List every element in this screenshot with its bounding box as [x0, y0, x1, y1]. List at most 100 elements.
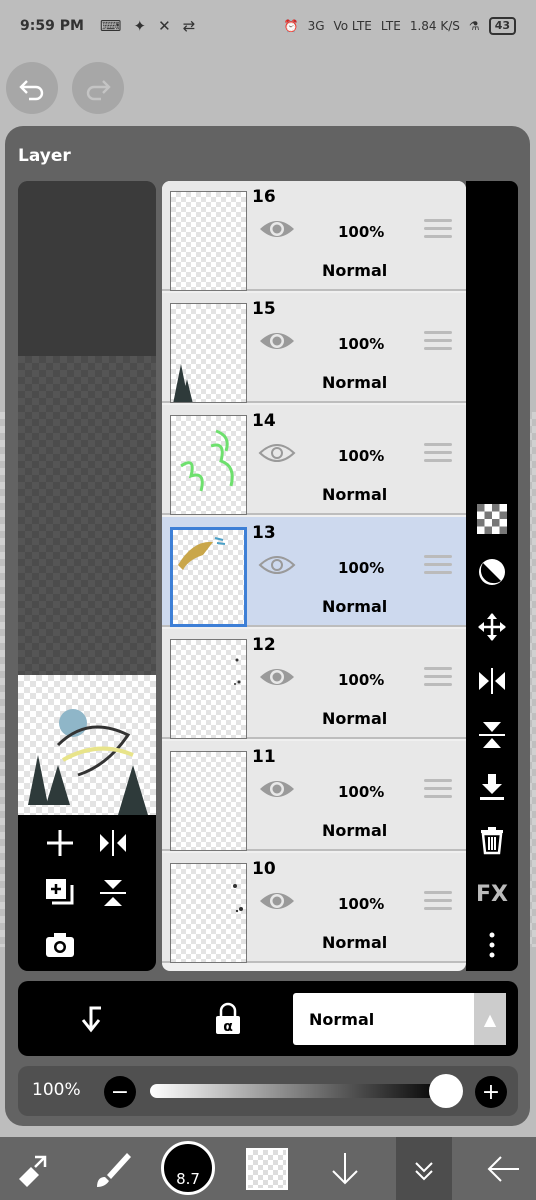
drag-handle-icon[interactable]	[424, 555, 452, 577]
network-3g: 3G	[307, 19, 325, 33]
clipping-button[interactable]	[476, 556, 508, 588]
flask-icon: ⚗	[468, 19, 480, 33]
flip-v-button[interactable]	[476, 719, 508, 751]
layer-thumbnail[interactable]	[170, 751, 247, 851]
eye-icon[interactable]	[258, 216, 296, 242]
color-swatch[interactable]	[246, 1148, 288, 1190]
layer-number: 13	[252, 523, 276, 543]
redo-button[interactable]	[72, 62, 124, 114]
drag-handle-icon[interactable]	[424, 779, 452, 801]
transparency-checker-button[interactable]	[476, 503, 508, 535]
opacity-control: 100% − +	[18, 1066, 518, 1116]
canvas-preview-thumbnail[interactable]	[18, 675, 156, 815]
layer-thumbnail[interactable]	[170, 639, 247, 739]
checkerboard-icon	[477, 504, 507, 534]
layer-number: 15	[252, 299, 276, 319]
layer-row[interactable]: 15 100% Normal	[162, 293, 466, 403]
trash-icon	[481, 827, 503, 855]
chevron-up-icon[interactable]: ▲	[474, 993, 506, 1045]
layer-row[interactable]: 14 100% Normal	[162, 405, 466, 515]
blend-mode-select[interactable]: Normal ▲	[293, 993, 506, 1045]
brush-size-indicator[interactable]: 8.7	[161, 1141, 215, 1195]
opacity-slider[interactable]	[150, 1084, 446, 1098]
flip-horizontal-button[interactable]	[93, 823, 133, 863]
clipping-toggle-button[interactable]	[68, 997, 112, 1041]
layer-opacity: 100%	[338, 895, 385, 913]
status-time: 9:59 PM	[20, 18, 84, 34]
layer-blend-mode: Normal	[322, 821, 388, 840]
fx-button[interactable]: FX	[476, 878, 508, 910]
clip-circle-icon	[479, 559, 505, 585]
opacity-slider-knob[interactable]	[429, 1074, 463, 1108]
dialog-title: Layer	[18, 146, 71, 166]
move-layer-button[interactable]	[476, 611, 508, 643]
flip-h-button[interactable]	[476, 665, 508, 697]
layer-number: 12	[252, 635, 276, 655]
layer-tools	[18, 815, 156, 971]
layer-down-button[interactable]	[320, 1137, 370, 1200]
drag-handle-icon[interactable]	[424, 331, 452, 353]
layer-blend-mode: Normal	[322, 261, 388, 280]
alpha-lock-button[interactable]: α	[206, 997, 250, 1041]
layer-number: 14	[252, 411, 276, 431]
net-speed: 1.84 K/S	[409, 19, 460, 33]
alpha-lock-icon: α	[216, 1002, 240, 1035]
x-logo-icon: ✕	[158, 17, 171, 35]
eye-icon[interactable]	[258, 440, 296, 466]
layer-number: 11	[252, 747, 276, 767]
drag-handle-icon[interactable]	[424, 667, 452, 689]
eye-icon[interactable]	[258, 888, 296, 914]
layer-list[interactable]: 16 100% Normal 15 100% Normal 14 100% No…	[162, 181, 466, 971]
redo-icon	[86, 80, 111, 101]
drag-handle-icon[interactable]	[424, 891, 452, 913]
layer-thumbnail[interactable]	[170, 527, 247, 627]
add-layer-button[interactable]	[40, 823, 80, 863]
drag-handle-icon[interactable]	[424, 443, 452, 465]
layer-row[interactable]: 10 100% Normal	[162, 853, 466, 963]
layer-number: 16	[252, 187, 276, 207]
brush-icon	[97, 1152, 131, 1187]
layer-thumbnail[interactable]	[170, 863, 247, 963]
layer-panel-toggle-button[interactable]	[396, 1137, 452, 1200]
android-icon: ✦	[133, 17, 147, 35]
opacity-increase-button[interactable]: +	[475, 1076, 507, 1108]
back-button[interactable]	[476, 1137, 530, 1200]
drag-handle-icon[interactable]	[424, 219, 452, 241]
layer-thumbnail[interactable]	[170, 303, 247, 403]
duplicate-icon	[46, 879, 74, 905]
camera-button[interactable]	[40, 925, 80, 965]
layer-row[interactable]: 12 100% Normal	[162, 629, 466, 739]
layer-preview-panel	[18, 181, 156, 971]
eye-icon[interactable]	[258, 328, 296, 354]
layer-dialog: Layer 16 100% Normal 15 100% Normal 14 1…	[5, 126, 530, 1126]
layer-thumbnail[interactable]	[170, 415, 247, 515]
brush-tool-button[interactable]	[88, 1137, 138, 1200]
opacity-decrease-button[interactable]: −	[104, 1076, 136, 1108]
undo-button[interactable]	[6, 62, 58, 114]
layer-row[interactable]: 16 100% Normal	[162, 181, 466, 291]
transform-eraser-button[interactable]	[8, 1137, 58, 1200]
layer-blend-mode: Normal	[322, 597, 388, 616]
layer-row[interactable]: 11 100% Normal	[162, 741, 466, 851]
layer-opacity: 100%	[338, 223, 385, 241]
layer-bottom-bar: α Normal ▲	[18, 981, 518, 1056]
opacity-value: 100%	[32, 1080, 81, 1100]
more-vertical-icon	[489, 932, 495, 958]
layer-thumbnail[interactable]	[170, 191, 247, 291]
eye-icon[interactable]	[258, 664, 296, 690]
layer-row-selected[interactable]: 13 100% Normal	[162, 517, 466, 627]
duplicate-layer-button[interactable]	[40, 873, 80, 913]
arrow-left-icon	[487, 1155, 519, 1182]
eye-icon[interactable]	[258, 552, 296, 578]
blend-mode-value: Normal	[309, 1009, 375, 1029]
alarm-icon: ⏰	[283, 19, 299, 33]
delete-layer-button[interactable]	[476, 824, 508, 856]
flip-vertical-icon	[100, 880, 126, 906]
merge-down-button[interactable]	[476, 771, 508, 803]
volte-label: Vo LTE	[333, 19, 372, 33]
more-options-button[interactable]	[476, 929, 508, 961]
flip-horizontal-icon	[100, 830, 126, 856]
eye-icon[interactable]	[258, 776, 296, 802]
flip-vertical-button[interactable]	[93, 873, 133, 913]
svg-text:α: α	[223, 1019, 233, 1035]
